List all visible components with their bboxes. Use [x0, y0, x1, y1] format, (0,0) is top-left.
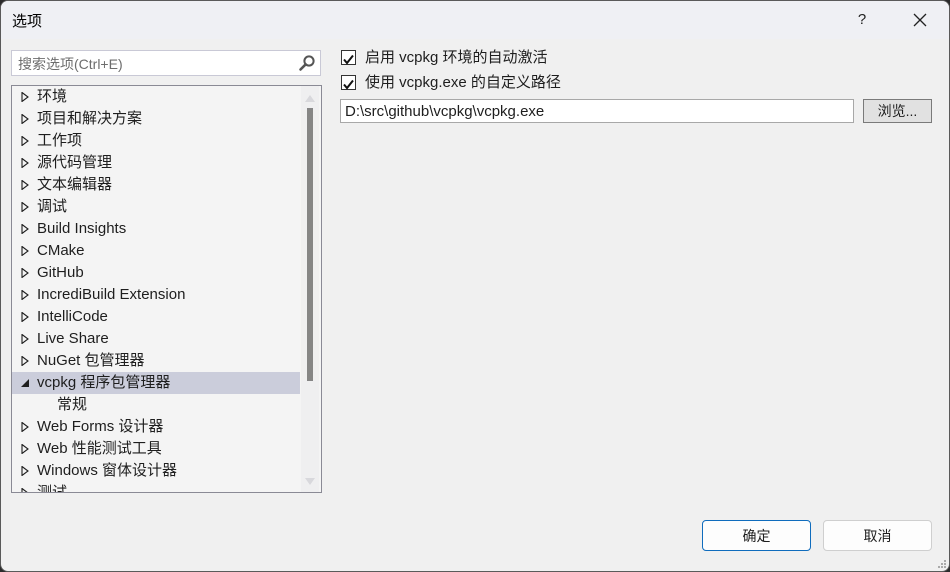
- tree-item-label: 常规: [57, 396, 88, 413]
- tree-item[interactable]: 项目和解决方案: [12, 108, 300, 130]
- close-button[interactable]: [903, 5, 937, 35]
- tree-item[interactable]: Web 性能测试工具: [12, 438, 300, 460]
- tree-item[interactable]: 文本编辑器: [12, 174, 300, 196]
- tree-item[interactable]: NuGet 包管理器: [12, 350, 300, 372]
- tree-item[interactable]: Build Insights: [12, 218, 300, 240]
- resize-grip-icon[interactable]: [937, 559, 947, 569]
- tree-item-label: Web 性能测试工具: [37, 440, 162, 457]
- expand-triangle-icon[interactable]: [20, 92, 30, 102]
- options-tree: 环境项目和解决方案 工作项源代码管理文本编辑器调试 Build Insights CM…: [11, 85, 322, 493]
- scroll-up-icon[interactable]: [305, 94, 315, 102]
- expand-triangle-icon[interactable]: [20, 224, 30, 234]
- expand-triangle-icon[interactable]: [20, 268, 30, 278]
- close-icon: [913, 13, 927, 27]
- help-button[interactable]: ?: [847, 5, 877, 35]
- tree-item-label: 测试: [37, 484, 68, 493]
- options-dialog: 选项 ? 环境项目和解决方案工作项源代码管理文本编辑器调试 Build Insig…: [0, 0, 950, 572]
- auto-activate-label: 启用 vcpkg 环境的自动激活: [365, 49, 548, 66]
- custom-path-checkbox[interactable]: [341, 75, 356, 90]
- tree-item-label: Windows 窗体设计器: [37, 462, 178, 479]
- tree-item-label: Web Forms 设计器: [37, 418, 164, 435]
- checkmark-icon: [343, 54, 354, 65]
- search-box: [11, 50, 321, 76]
- checkmark-icon: [343, 79, 354, 90]
- expand-triangle-icon[interactable]: [20, 114, 30, 124]
- tree-item[interactable]: GitHub: [12, 262, 300, 284]
- search-input[interactable]: [16, 53, 290, 75]
- tree-item[interactable]: IntelliCode: [12, 306, 300, 328]
- tree-item-label: 源代码管理: [37, 154, 113, 171]
- tree-item-label: GitHub: [37, 264, 84, 281]
- expand-triangle-icon[interactable]: [20, 136, 30, 146]
- ok-button[interactable]: 确定: [702, 520, 811, 551]
- cancel-button[interactable]: 取消: [823, 520, 932, 551]
- tree-item-label: CMake: [37, 242, 85, 259]
- expand-triangle-icon[interactable]: [20, 246, 30, 256]
- tree-item[interactable]: 调试: [12, 196, 300, 218]
- tree-item[interactable]: 测试: [12, 482, 300, 493]
- expand-triangle-icon[interactable]: [20, 290, 30, 300]
- tree-item-label: Live Share: [37, 330, 109, 347]
- tree-item[interactable]: 源代码管理: [12, 152, 300, 174]
- collapse-triangle-icon[interactable]: [20, 378, 30, 388]
- expand-triangle-icon[interactable]: [20, 466, 30, 476]
- tree-scrollbar[interactable]: [301, 86, 319, 492]
- scroll-down-icon[interactable]: [305, 478, 315, 486]
- tree-item-label: NuGet 包管理器: [37, 352, 145, 369]
- tree-item[interactable]: Windows 窗体设计器: [12, 460, 300, 482]
- expand-triangle-icon[interactable]: [20, 202, 30, 212]
- expand-triangle-icon[interactable]: [20, 444, 30, 454]
- tree-item-label: 调试: [37, 198, 68, 215]
- search-icon[interactable]: [298, 54, 316, 72]
- tree-list: 环境项目和解决方案 工作项源代码管理文本编辑器调试 Build Insights CM…: [12, 86, 300, 493]
- expand-triangle-icon[interactable]: [20, 488, 30, 493]
- auto-activate-checkbox[interactable]: [341, 50, 356, 65]
- tree-item[interactable]: CMake: [12, 240, 300, 262]
- window-title: 选项: [12, 13, 43, 30]
- tree-item[interactable]: Web Forms 设计器: [12, 416, 300, 438]
- tree-item[interactable]: vcpkg 程序包管理器: [12, 372, 300, 394]
- tree-item-label: Build Insights: [37, 220, 127, 237]
- expand-triangle-icon[interactable]: [20, 312, 30, 322]
- vcpkg-path-input[interactable]: [340, 99, 854, 123]
- tree-item[interactable]: Live Share: [12, 328, 300, 350]
- tree-item[interactable]: IncrediBuild Extension: [12, 284, 300, 306]
- expand-triangle-icon[interactable]: [20, 158, 30, 168]
- tree-item[interactable]: 常规: [12, 394, 300, 416]
- tree-item-label: vcpkg 程序包管理器: [37, 374, 171, 391]
- tree-item-label: 文本编辑器: [37, 176, 113, 193]
- scroll-thumb[interactable]: [307, 108, 313, 381]
- custom-path-label: 使用 vcpkg.exe 的自定义路径: [365, 74, 561, 91]
- tree-item[interactable]: 工作项: [12, 130, 300, 152]
- tree-item-label: IntelliCode: [37, 308, 108, 325]
- tree-item-label: 环境: [37, 88, 68, 105]
- tree-item-label: 工作项: [37, 132, 83, 149]
- browse-button[interactable]: 浏览...: [863, 99, 932, 123]
- expand-triangle-icon[interactable]: [20, 180, 30, 190]
- expand-triangle-icon[interactable]: [20, 422, 30, 432]
- expand-triangle-icon[interactable]: [20, 334, 30, 344]
- title-bar: 选项 ?: [1, 1, 949, 39]
- tree-item-label: 项目和解决方案: [37, 110, 143, 127]
- tree-item-label: IncrediBuild Extension: [37, 286, 186, 303]
- expand-triangle-icon[interactable]: [20, 356, 30, 366]
- tree-item[interactable]: 环境: [12, 86, 300, 108]
